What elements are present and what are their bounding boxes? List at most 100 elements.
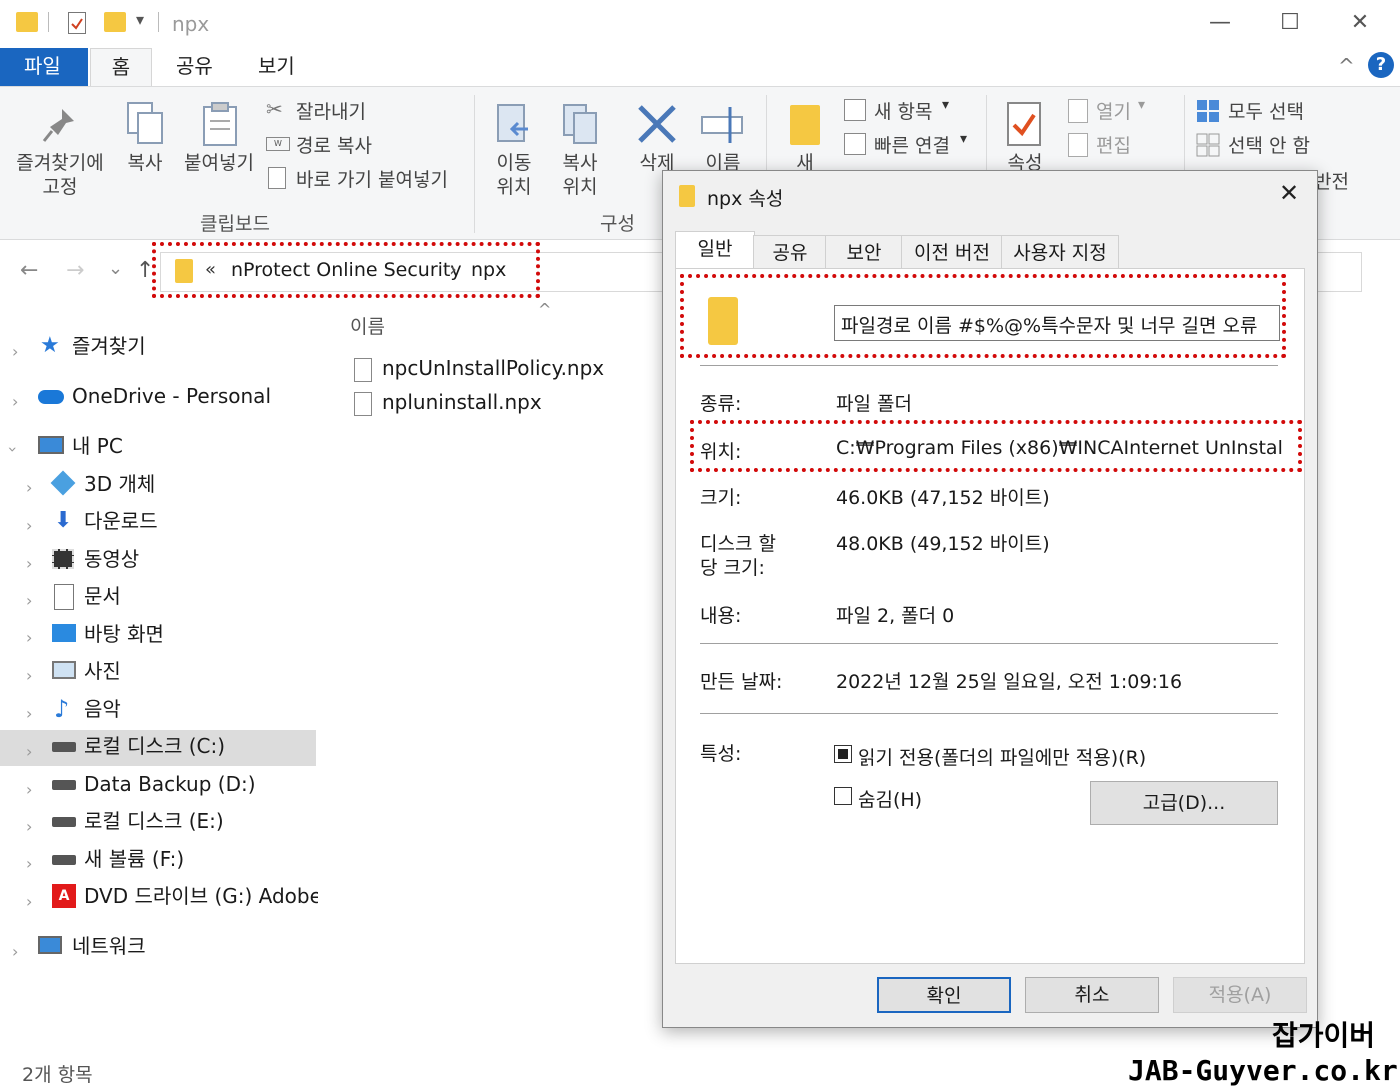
forward-button[interactable]: → — [66, 258, 84, 283]
invert-selection-label: 반전 — [1314, 171, 1349, 193]
created-label: 만든 날짜: — [700, 671, 783, 693]
tab-previous-versions[interactable]: 이전 버전 — [901, 235, 1003, 270]
move-to-icon — [497, 104, 528, 142]
hidden-label: 숨김(H) — [858, 789, 923, 811]
open-icon — [1068, 99, 1088, 123]
picture-icon — [52, 661, 76, 679]
new-folder-icon[interactable] — [104, 12, 126, 32]
divider — [700, 643, 1278, 644]
expand-chevron-icon[interactable]: › — [26, 742, 32, 761]
location-label: 위치: — [700, 441, 742, 463]
cloud-icon — [38, 390, 64, 404]
tab-customize[interactable]: 사용자 지정 — [1001, 235, 1119, 270]
size-on-disk-label-2: 당 크기: — [700, 557, 765, 579]
nav-item-label: 새 볼륨 (F:) — [84, 847, 185, 871]
network-icon — [38, 936, 62, 954]
maximize-button[interactable]: ☐ — [1256, 0, 1324, 46]
tab-view[interactable]: 보기 — [258, 48, 295, 86]
customize-toolbar-icon[interactable]: ▾ — [136, 10, 144, 29]
general-panel: 파일경로 이름 #$%@%특수문자 및 너무 길면 오류 종류: 파일 폴더 위… — [675, 268, 1305, 964]
expand-chevron-icon[interactable]: › — [26, 478, 32, 497]
expand-chevron-icon[interactable]: › — [26, 780, 32, 799]
properties-icon[interactable] — [68, 12, 86, 34]
drive-icon — [52, 817, 76, 827]
location-field: C:₩Program Files (x86)₩INCAInternet UnIn… — [836, 437, 1284, 465]
expand-chevron-icon[interactable]: › — [12, 342, 18, 361]
expand-chevron-icon[interactable]: › — [26, 554, 32, 573]
ok-button[interactable]: 확인 — [877, 977, 1011, 1013]
expand-chevron-icon[interactable]: › — [12, 942, 18, 961]
breadcrumb-overflow[interactable]: « — [205, 259, 216, 280]
ribbon-collapse-icon[interactable]: ^ — [1338, 54, 1355, 78]
back-button[interactable]: ← — [20, 258, 38, 283]
nav-item-label: 사진 — [84, 659, 121, 683]
paste-shortcut-label: 바로 가기 붙여넣기 — [296, 169, 448, 191]
expand-chevron-icon[interactable]: › — [26, 628, 32, 647]
drive-icon — [52, 742, 76, 752]
cut-label: 잘라내기 — [296, 101, 366, 123]
expand-chevron-icon[interactable]: › — [26, 591, 32, 610]
help-icon[interactable]: ? — [1368, 52, 1394, 78]
expand-chevron-icon[interactable]: › — [26, 516, 32, 535]
close-button[interactable]: ✕ — [1326, 0, 1394, 46]
minimize-button[interactable]: — — [1186, 0, 1254, 46]
column-header-name[interactable]: 이름 — [350, 312, 385, 339]
drive-icon — [52, 780, 76, 790]
tab-sharing[interactable]: 공유 — [753, 235, 827, 270]
open-label: 열기 — [1096, 101, 1131, 123]
expand-chevron-icon[interactable]: › — [12, 392, 18, 411]
cancel-button[interactable]: 취소 — [1025, 977, 1159, 1013]
nav-dvd-drive[interactable]: A DVD 드라이브 (G:) Adobe C — [52, 878, 318, 914]
copy-to-icon — [563, 104, 597, 144]
nav-item-label: 바탕 화면 — [84, 622, 164, 646]
dropdown-arrow-icon: ▾ — [942, 97, 950, 113]
expand-chevron-icon[interactable]: › — [26, 892, 32, 911]
up-button[interactable]: ↑ — [136, 258, 154, 283]
folder-icon — [175, 259, 193, 283]
copy-to-label-2: 위치 — [562, 176, 598, 198]
expand-chevron-icon[interactable]: › — [26, 666, 32, 685]
tab-file[interactable]: 파일 — [0, 48, 88, 86]
expand-chevron-icon[interactable]: › — [26, 704, 32, 723]
created-value: 2022년 12월 25일 일요일, 오전 1:09:16 — [836, 671, 1183, 693]
paste-shortcut-icon — [268, 167, 286, 189]
download-icon: ⬇ — [54, 508, 73, 533]
expand-chevron-icon[interactable]: › — [26, 817, 32, 836]
attributes-label: 특성: — [700, 743, 742, 765]
tab-general[interactable]: 일반 — [675, 231, 755, 270]
folder-icon — [16, 12, 38, 32]
nav-favorites-label: 즐겨찾기 — [72, 334, 146, 358]
apply-button[interactable]: 적용(A) — [1173, 977, 1307, 1013]
nav-item-label: 다운로드 — [84, 509, 158, 533]
pin-label-2: 고정 — [42, 176, 78, 198]
organize-group-label: 구성 — [600, 213, 635, 235]
breadcrumb-nprotect[interactable]: nProtect Online Security — [231, 259, 462, 281]
recent-locations-button[interactable]: ⌄ — [108, 258, 123, 279]
file-name: npcUnInstallPolicy.npx — [382, 356, 605, 380]
dialog-close-button[interactable]: ✕ — [1279, 179, 1299, 207]
folder-icon — [708, 297, 738, 345]
tab-home[interactable]: 홈 — [90, 48, 152, 87]
nav-this-pc-label: 내 PC — [72, 434, 123, 458]
expand-chevron-icon[interactable]: › — [26, 854, 32, 873]
clipboard-group-label: 클립보드 — [200, 213, 270, 235]
collapse-chevron-icon[interactable]: › — [4, 446, 23, 452]
tab-share[interactable]: 공유 — [176, 48, 213, 86]
file-icon — [354, 392, 372, 416]
breadcrumb-separator[interactable]: › — [449, 257, 457, 281]
folder-name-input[interactable]: 파일경로 이름 #$%@%특수문자 및 너무 길면 오류 — [834, 305, 1280, 341]
advanced-button[interactable]: 고급(D)... — [1090, 781, 1278, 825]
tab-security[interactable]: 보안 — [825, 235, 903, 270]
paste-label: 붙여넣기 — [184, 152, 254, 174]
contains-value: 파일 2, 폴더 0 — [836, 605, 955, 627]
separator-glyph — [158, 12, 159, 32]
file-name: npluninstall.npx — [382, 390, 542, 414]
watermark-url: JAB-Guyver.co.kr — [1128, 1054, 1398, 1087]
star-icon: ★ — [40, 333, 60, 358]
type-value: 파일 폴더 — [836, 393, 912, 415]
music-note-icon: ♪ — [54, 695, 70, 723]
copy-path-icon: W — [266, 137, 290, 151]
breadcrumb-npx[interactable]: npx — [471, 259, 506, 281]
nav-item-label: DVD 드라이브 (G:) Adobe C — [84, 884, 318, 908]
ribbon-tabs: 파일 홈 공유 보기 ^ ? — [0, 48, 1400, 87]
